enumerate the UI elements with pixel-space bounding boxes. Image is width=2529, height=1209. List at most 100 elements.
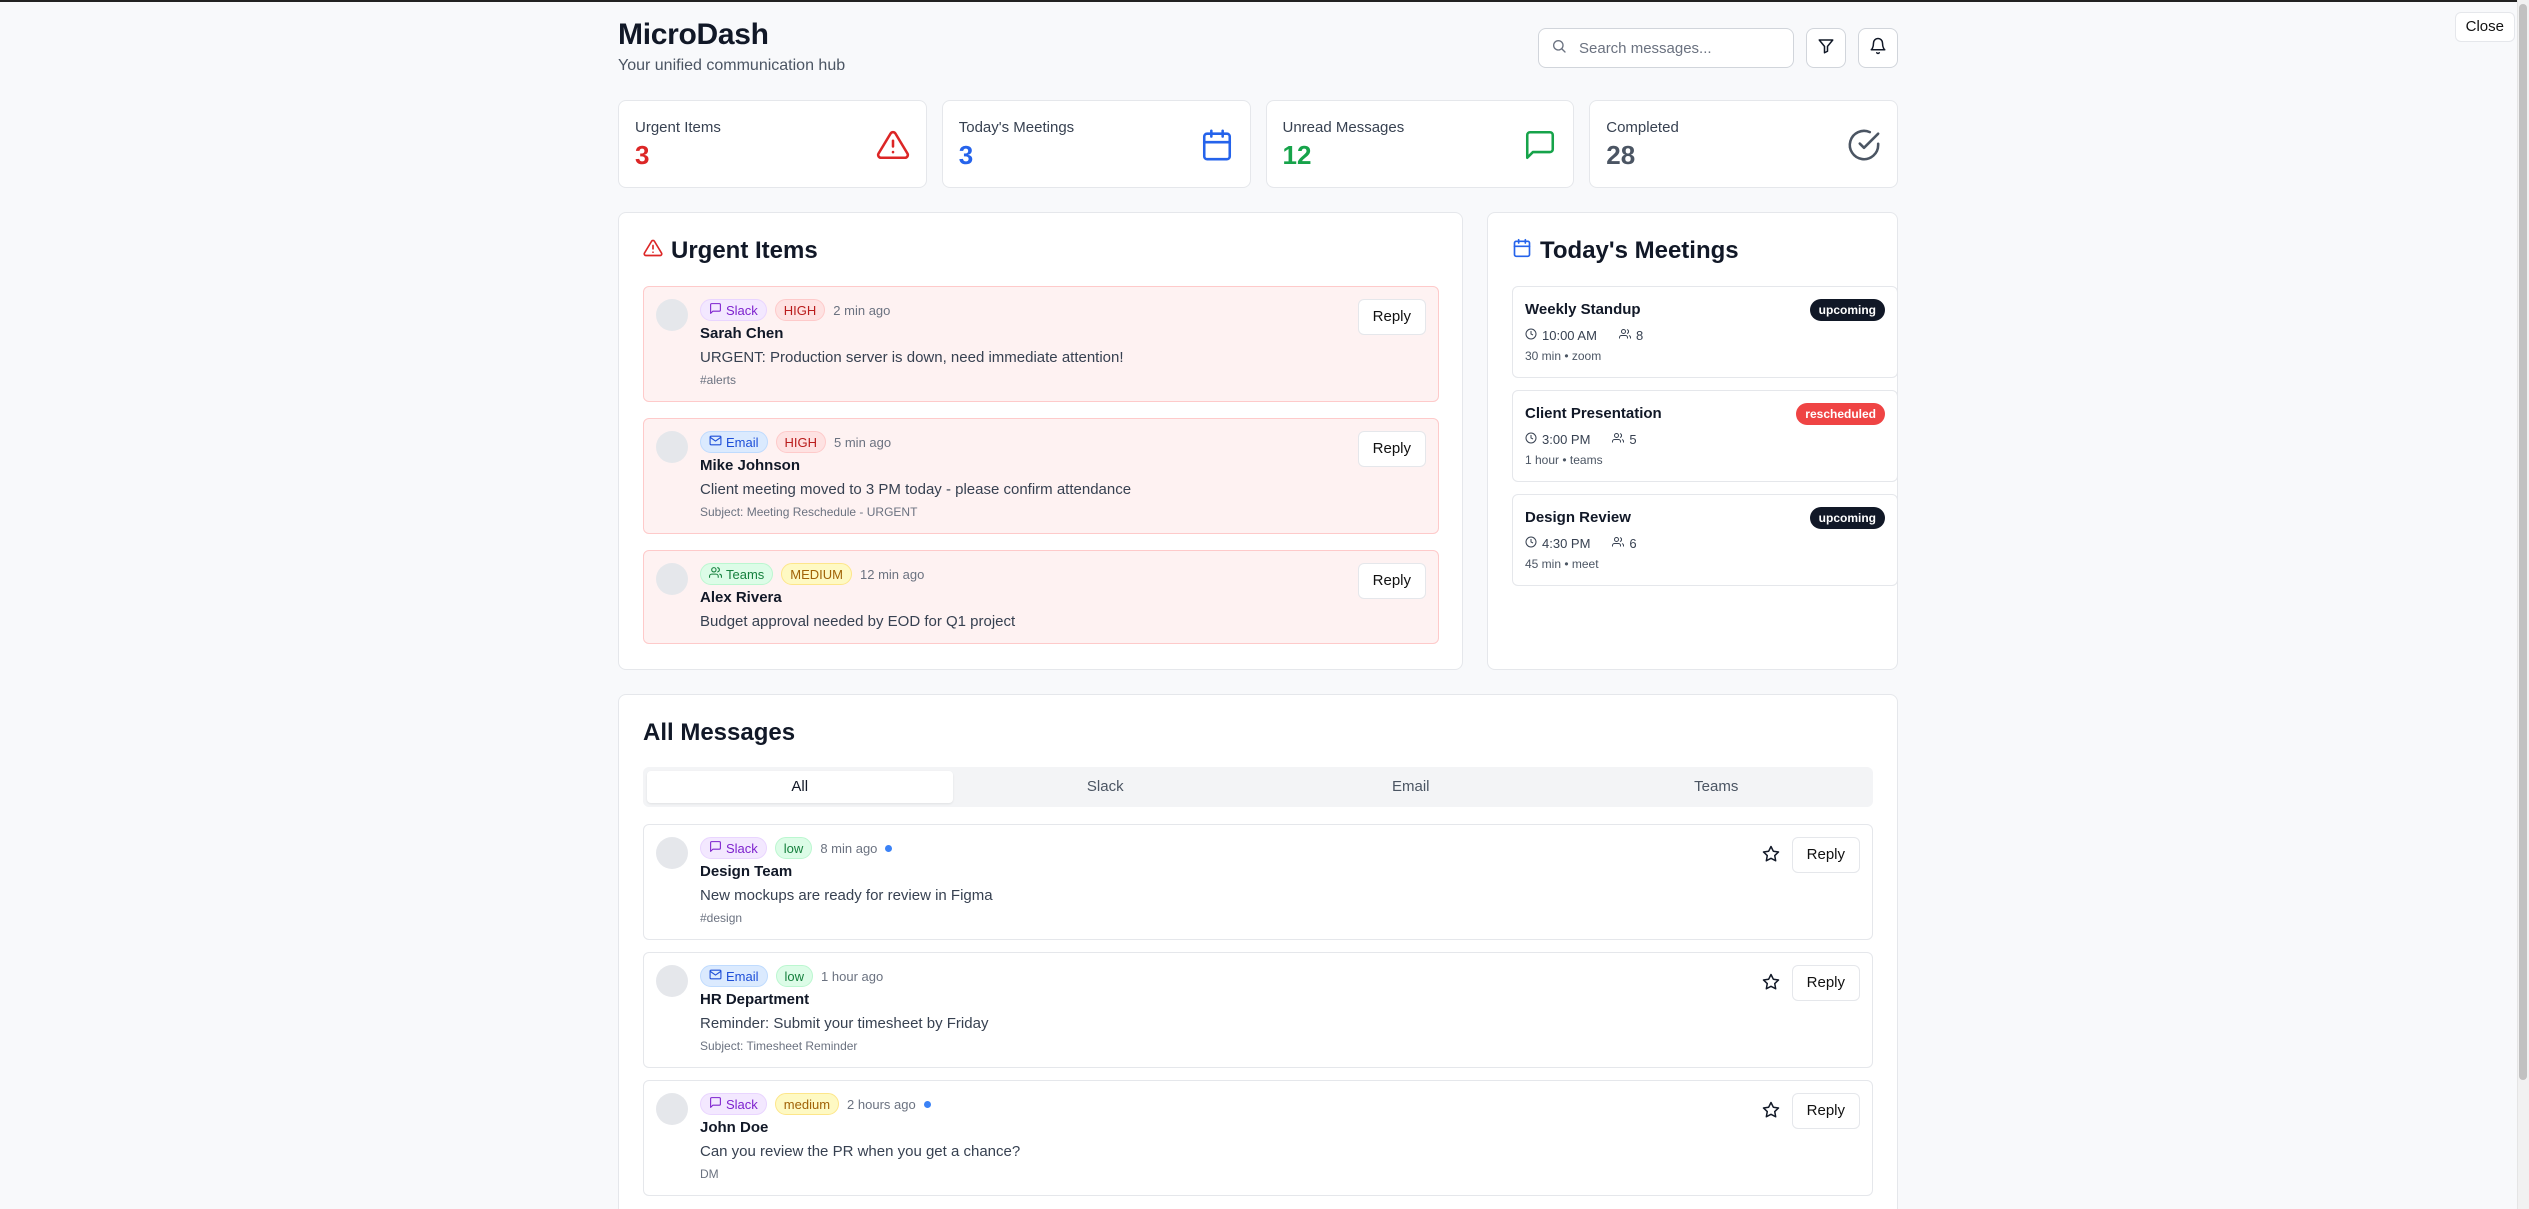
timestamp: 12 min ago bbox=[860, 566, 925, 582]
stat-value: 28 bbox=[1606, 140, 1636, 170]
stat-card-meetings[interactable]: Today's Meetings 3 bbox=[941, 100, 1251, 188]
meeting-title: Design Review bbox=[1525, 509, 1631, 526]
bell-icon bbox=[1869, 37, 1887, 60]
sender-name: John Doe bbox=[700, 1119, 769, 1136]
meeting-duration-platform: 30 min • zoom bbox=[1525, 349, 1602, 363]
message-meta: #design bbox=[700, 911, 743, 925]
message-item[interactable]: Slack medium 2 hours ago John Doe Can yo… bbox=[643, 1080, 1873, 1196]
message-square-icon bbox=[709, 1096, 722, 1112]
star-icon[interactable] bbox=[1762, 973, 1782, 993]
mail-icon bbox=[709, 434, 722, 450]
meeting-card[interactable]: Weekly Standup upcoming 10:00 AM 8 30 mi… bbox=[1512, 286, 1898, 378]
urgent-item[interactable]: Teams MEDIUM 12 min ago Alex Rivera Budg… bbox=[643, 550, 1439, 644]
tab-teams[interactable]: Teams bbox=[1564, 771, 1870, 803]
timestamp: 8 min ago bbox=[820, 840, 878, 856]
attendee-count: 6 bbox=[1629, 536, 1637, 551]
users-icon bbox=[709, 566, 723, 582]
scrollbar-thumb[interactable] bbox=[2519, 4, 2527, 1080]
alert-triangle-icon bbox=[876, 128, 910, 162]
urgent-panel: Urgent Items Slack HIGH 2 min ago Sarah … bbox=[618, 212, 1463, 670]
urgent-panel-title: Urgent Items bbox=[643, 237, 818, 265]
reply-button[interactable]: Reply bbox=[1357, 563, 1426, 599]
tab-slack[interactable]: Slack bbox=[953, 771, 1259, 803]
stat-label: Completed bbox=[1606, 119, 1679, 136]
stat-card-unread[interactable]: Unread Messages 12 bbox=[1265, 100, 1575, 188]
app-title: MicroDash bbox=[618, 18, 769, 51]
app-subtitle: Your unified communication hub bbox=[618, 57, 846, 74]
message-tabs: All Slack Email Teams bbox=[643, 767, 1873, 807]
tag-row: Email low 1 hour ago bbox=[700, 965, 883, 987]
source-badge: Teams bbox=[700, 563, 774, 585]
message-content: New mockups are ready for review in Figm… bbox=[700, 887, 993, 904]
panel-title-text: Today's Meetings bbox=[1540, 237, 1739, 264]
stat-label: Today's Meetings bbox=[958, 119, 1075, 136]
urgent-item[interactable]: Slack HIGH 2 min ago Sarah Chen URGENT: … bbox=[643, 286, 1439, 402]
reply-button[interactable]: Reply bbox=[1791, 837, 1860, 873]
search-input[interactable] bbox=[1579, 39, 1779, 57]
message-meta: DM bbox=[700, 1167, 719, 1181]
reply-button[interactable]: Reply bbox=[1791, 965, 1860, 1001]
source-badge: Email bbox=[700, 431, 768, 453]
stat-value: 12 bbox=[1282, 140, 1312, 170]
reply-button[interactable]: Reply bbox=[1791, 1093, 1860, 1129]
search-box[interactable] bbox=[1538, 28, 1794, 68]
meeting-time: 10:00 AM bbox=[1542, 328, 1597, 343]
message-square-icon bbox=[709, 302, 722, 318]
source-badge: Slack bbox=[700, 837, 767, 859]
message-item[interactable]: Email low 1 hour ago HR Department Remin… bbox=[643, 952, 1873, 1068]
tab-all[interactable]: All bbox=[647, 771, 953, 803]
reply-button[interactable]: Reply bbox=[1357, 299, 1426, 335]
sender-name: Mike Johnson bbox=[700, 457, 801, 474]
star-icon[interactable] bbox=[1762, 845, 1782, 865]
stat-card-urgent[interactable]: Urgent Items 3 bbox=[618, 100, 927, 188]
stat-value: 3 bbox=[635, 140, 650, 170]
priority-badge: MEDIUM bbox=[781, 563, 853, 585]
priority-badge: HIGH bbox=[775, 431, 827, 453]
calendar-icon bbox=[1200, 128, 1234, 162]
timestamp: 1 hour ago bbox=[821, 968, 884, 984]
tab-email[interactable]: Email bbox=[1258, 771, 1564, 803]
source-label: Email bbox=[726, 968, 759, 984]
source-label: Teams bbox=[726, 566, 765, 582]
meeting-time: 3:00 PM bbox=[1542, 432, 1591, 447]
clock-icon bbox=[1525, 328, 1537, 343]
avatar bbox=[656, 837, 688, 869]
source-label: Slack bbox=[726, 1096, 758, 1112]
stat-label: Unread Messages bbox=[1282, 119, 1405, 136]
check-circle-icon bbox=[1847, 128, 1881, 162]
star-icon[interactable] bbox=[1762, 1101, 1782, 1121]
close-button[interactable]: Close bbox=[2454, 12, 2515, 42]
stat-value: 3 bbox=[958, 140, 974, 170]
avatar bbox=[656, 1093, 688, 1125]
filter-button[interactable] bbox=[1806, 28, 1846, 68]
meeting-duration-platform: 45 min • meet bbox=[1525, 557, 1599, 571]
panel-title-text: Urgent Items bbox=[671, 237, 818, 264]
message-meta: Subject: Timesheet Reminder bbox=[700, 1039, 858, 1053]
urgent-item[interactable]: Email HIGH 5 min ago Mike Johnson Client… bbox=[643, 418, 1439, 534]
message-square-icon bbox=[709, 840, 722, 856]
meetings-panel: Today's Meetings Weekly Standup upcoming… bbox=[1487, 212, 1898, 670]
priority-badge: HIGH bbox=[774, 299, 826, 321]
avatar bbox=[656, 563, 688, 595]
stat-card-completed[interactable]: Completed 28 bbox=[1589, 100, 1898, 188]
reply-button[interactable]: Reply bbox=[1357, 431, 1426, 467]
meeting-title: Weekly Standup bbox=[1525, 301, 1641, 318]
message-item[interactable]: Slack low 8 min ago Design Team New mock… bbox=[643, 824, 1873, 940]
tag-row: Email HIGH 5 min ago bbox=[700, 431, 891, 453]
source-label: Slack bbox=[726, 840, 758, 856]
dashboard: MicroDash Your unified communication hub… bbox=[618, 0, 1898, 1209]
meeting-card[interactable]: Design Review upcoming 4:30 PM 6 45 min … bbox=[1512, 494, 1898, 586]
notifications-button[interactable] bbox=[1858, 28, 1898, 68]
meeting-card[interactable]: Client Presentation rescheduled 3:00 PM … bbox=[1512, 390, 1898, 482]
attendee-count: 8 bbox=[1635, 328, 1644, 343]
priority-badge: low bbox=[775, 965, 814, 987]
search-icon bbox=[1551, 38, 1567, 59]
filter-icon bbox=[1817, 37, 1835, 60]
avatar bbox=[656, 431, 688, 463]
source-badge: Slack bbox=[700, 299, 767, 321]
sender-name: HR Department bbox=[700, 991, 810, 1008]
users-icon bbox=[1612, 536, 1625, 551]
scrollbar[interactable] bbox=[2517, 0, 2529, 1209]
meeting-time: 4:30 PM bbox=[1542, 536, 1591, 551]
calendar-icon bbox=[1512, 237, 1532, 265]
